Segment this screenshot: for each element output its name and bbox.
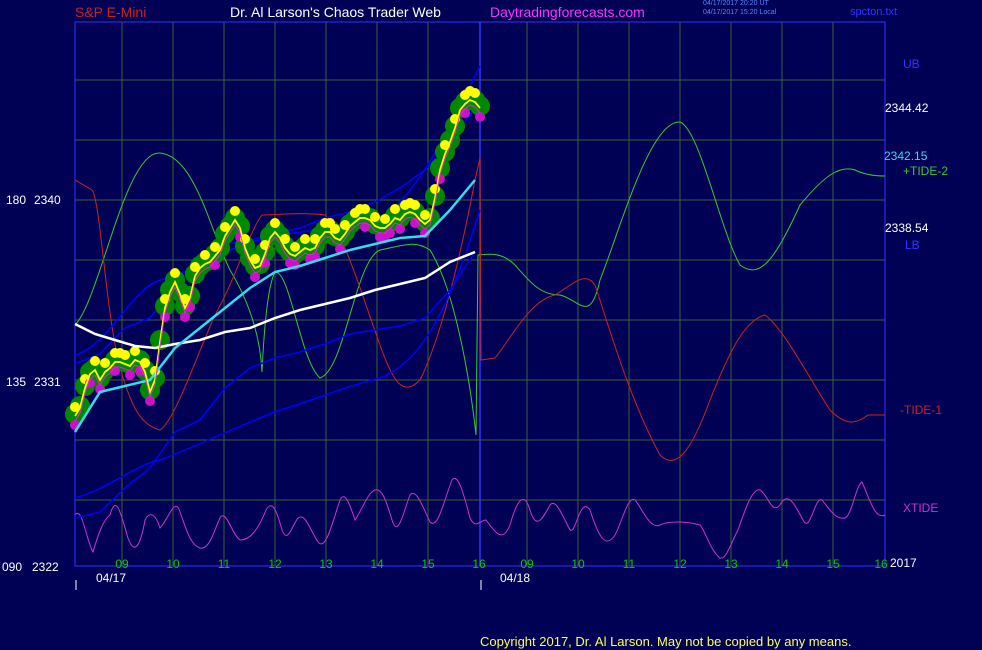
site-url-link[interactable]: Daytradingforecasts.com — [490, 4, 645, 20]
tide-plus-2-label: +TIDE-2 — [903, 164, 948, 178]
x-tick-label: 15 — [421, 557, 435, 571]
instrument-title: S&P E-Mini — [75, 4, 147, 20]
turning-dots — [70, 86, 485, 430]
year-label: 2017 — [890, 556, 917, 570]
high-dot — [170, 268, 180, 278]
high-dot — [410, 200, 420, 210]
high-dot — [360, 204, 370, 214]
high-dot — [470, 88, 480, 98]
high-dot — [390, 204, 400, 214]
x-tick-label: 15 — [826, 557, 840, 571]
date-label-second: 04/18 — [500, 571, 530, 585]
cyan-value: 2342.15 — [884, 149, 928, 163]
high-dot — [230, 206, 240, 216]
x-tick-label: 16 — [874, 557, 888, 571]
x-tick-label: 09 — [115, 557, 129, 571]
high-dot — [420, 210, 430, 220]
date-labels: 04/17 04/18 2017 — [75, 556, 917, 590]
x-axis-labels: 09 10 11 12 13 14 15 16 09 10 11 12 13 1… — [115, 557, 888, 571]
x-tick-label: 09 — [520, 557, 534, 571]
copyright-notice: Copyright 2017, Dr. Al Larson. May not b… — [480, 634, 852, 649]
bands — [74, 65, 481, 519]
ub-value: 2344.42 — [885, 101, 929, 115]
high-dot — [90, 356, 100, 366]
x-tick-label: 13 — [319, 557, 333, 571]
high-dot — [290, 242, 300, 252]
x-tick-label: 13 — [724, 557, 738, 571]
x-tick-label: 10 — [166, 557, 180, 571]
high-dot — [200, 250, 210, 260]
x-tick-label: 12 — [673, 557, 687, 571]
x-tick-label: 14 — [370, 557, 384, 571]
high-dot — [380, 214, 390, 224]
data-filename: spcton.txt — [850, 6, 898, 18]
xtide-label: XTIDE — [903, 501, 938, 515]
y-row-label-090: 090 — [2, 560, 22, 574]
left-axis-labels: 180 2340 135 2331 090 2322 — [2, 193, 61, 574]
y-row-label-135: 135 — [6, 375, 26, 389]
y-row-label-180: 180 — [6, 193, 26, 207]
lb-label: LB — [905, 238, 920, 252]
y-price-label-2322: 2322 — [32, 560, 59, 574]
x-tick-label: 11 — [623, 557, 636, 571]
site-title: Dr. Al Larson's Chaos Trader Web — [230, 4, 441, 20]
right-labels: UB 2344.42 2342.15 +TIDE-2 2338.54 LB -T… — [884, 57, 948, 515]
x-tick-label: 11 — [218, 557, 231, 571]
x-tick-label: 10 — [571, 557, 585, 571]
y-price-label-2331: 2331 — [34, 375, 61, 389]
ub-label: UB — [903, 57, 920, 71]
high-dot — [100, 358, 110, 368]
y-price-label-2340: 2340 — [34, 193, 61, 207]
high-dot — [270, 218, 280, 228]
x-tick-label: 12 — [268, 557, 282, 571]
high-dot — [120, 350, 130, 360]
date-label-first: 04/17 — [96, 571, 126, 585]
low-dot — [475, 112, 485, 122]
timestamp-ut: 04/17/2017 20:20 UT — [703, 0, 769, 7]
lb-value: 2338.54 — [885, 221, 929, 235]
chart-canvas: 180 2340 135 2331 090 2322 09 10 11 12 1… — [2, 21, 948, 590]
high-dot — [300, 234, 310, 244]
timestamp-local: 04/17/2017 15:20 Local — [703, 9, 777, 16]
x-tick-label: 14 — [775, 557, 789, 571]
tide-minus-1-label: -TIDE-1 — [900, 403, 942, 417]
x-tick-label: 16 — [472, 557, 486, 571]
